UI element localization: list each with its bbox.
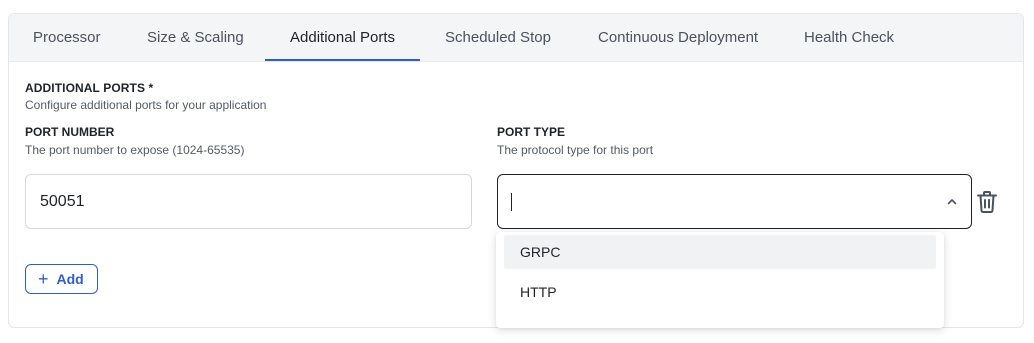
text-cursor xyxy=(511,193,512,211)
add-button-label: Add xyxy=(56,271,84,287)
tab-processor[interactable]: Processor xyxy=(33,14,101,62)
tab-bar: Processor Size & Scaling Additional Port… xyxy=(9,14,1023,62)
add-port-button[interactable]: + Add xyxy=(25,264,98,294)
option-http[interactable]: HTTP xyxy=(504,275,936,309)
port-type-dropdown: GRPC HTTP xyxy=(496,232,944,328)
port-number-input[interactable] xyxy=(25,174,472,229)
port-type-select[interactable] xyxy=(497,174,972,229)
settings-card: Processor Size & Scaling Additional Port… xyxy=(8,13,1024,328)
tab-health-check[interactable]: Health Check xyxy=(804,14,894,62)
chevron-up-icon[interactable] xyxy=(945,195,959,209)
section-description: Configure additional ports for your appl… xyxy=(25,98,267,112)
port-type-description: The protocol type for this port xyxy=(497,143,654,157)
section-title: ADDITIONAL PORTS * xyxy=(25,81,154,95)
trash-icon[interactable] xyxy=(976,190,998,214)
plus-icon: + xyxy=(38,269,49,289)
tab-additional-ports[interactable]: Additional Ports xyxy=(290,14,395,62)
tab-size-scaling[interactable]: Size & Scaling xyxy=(147,14,244,62)
port-number-description: The port number to expose (1024-65535) xyxy=(25,143,245,157)
port-type-label: PORT TYPE xyxy=(497,125,566,139)
tab-continuous-deployment[interactable]: Continuous Deployment xyxy=(598,14,758,62)
port-number-label: PORT NUMBER xyxy=(25,125,115,139)
tab-scheduled-stop[interactable]: Scheduled Stop xyxy=(445,14,551,62)
option-grpc[interactable]: GRPC xyxy=(504,235,936,269)
active-tab-indicator xyxy=(265,59,420,61)
